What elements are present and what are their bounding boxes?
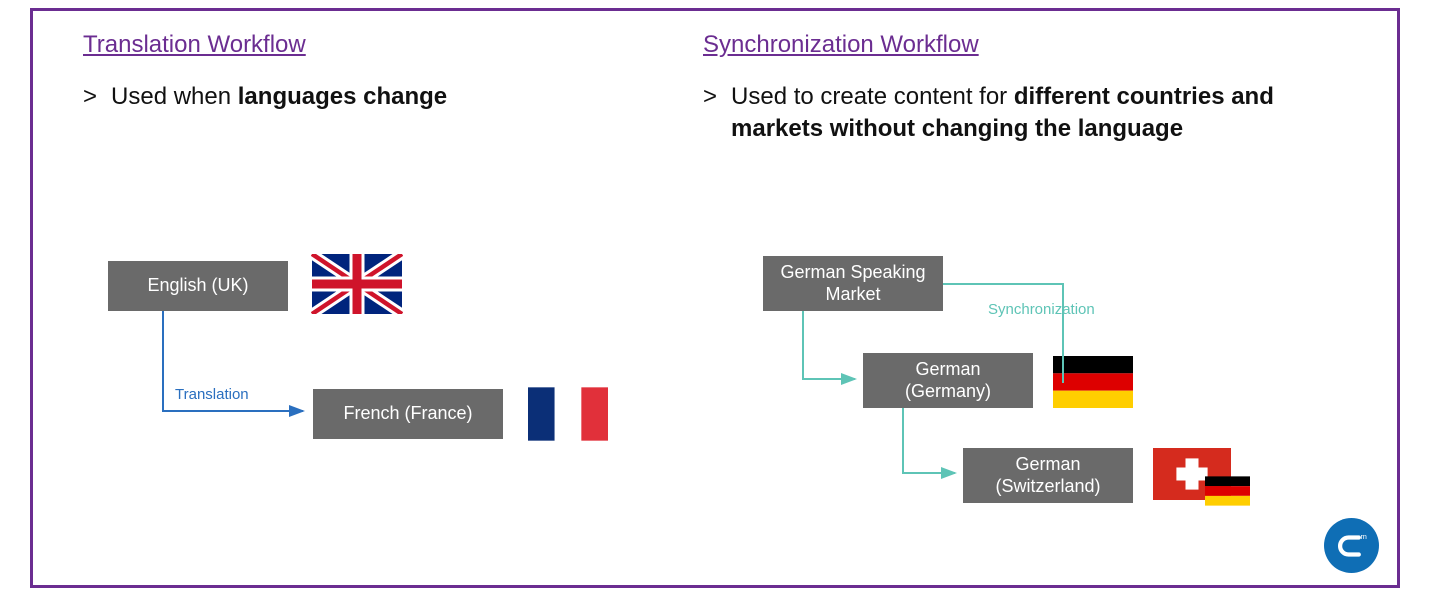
translation-bullet-text: Used when languages change — [111, 81, 447, 113]
synchronization-bullet-pre: Used to create content for — [731, 83, 1014, 110]
translation-column: Translation Workflow > Used when languag… — [83, 31, 663, 113]
node-german-switzerland: German (Switzerland) — [963, 448, 1133, 503]
translation-arrow-label: Translation — [175, 386, 249, 403]
translation-bullet-bold: languages change — [238, 83, 447, 110]
translation-bullet-pre: Used when — [111, 83, 238, 110]
slide-frame: Translation Workflow > Used when languag… — [30, 8, 1400, 588]
node-german-germany: German (Germany) — [863, 353, 1033, 408]
germany-flag-icon — [1053, 356, 1133, 408]
synchronization-heading: Synchronization Workflow — [703, 31, 1343, 59]
node-french-france: French (France) — [313, 389, 503, 439]
node-english-uk: English (UK) — [108, 261, 288, 311]
synchronization-bullet: > Used to create content for different c… — [703, 81, 1343, 146]
bullet-marker: > — [703, 81, 717, 146]
germany-flag-small-icon — [1205, 476, 1250, 506]
synchronization-column: Synchronization Workflow > Used to creat… — [703, 31, 1343, 146]
bullet-marker: > — [83, 81, 97, 113]
translation-heading: Translation Workflow — [83, 31, 663, 59]
translation-arrow — [163, 311, 313, 436]
france-flag-icon — [528, 386, 608, 442]
uk-flag-icon — [311, 254, 403, 314]
svg-text:m: m — [1360, 532, 1366, 541]
synchronization-bullet-text: Used to create content for different cou… — [731, 81, 1343, 146]
translation-bullet: > Used when languages change — [83, 81, 663, 113]
brand-logo-icon: m — [1324, 518, 1379, 573]
sync-arrow-label: Synchronization — [988, 301, 1095, 318]
